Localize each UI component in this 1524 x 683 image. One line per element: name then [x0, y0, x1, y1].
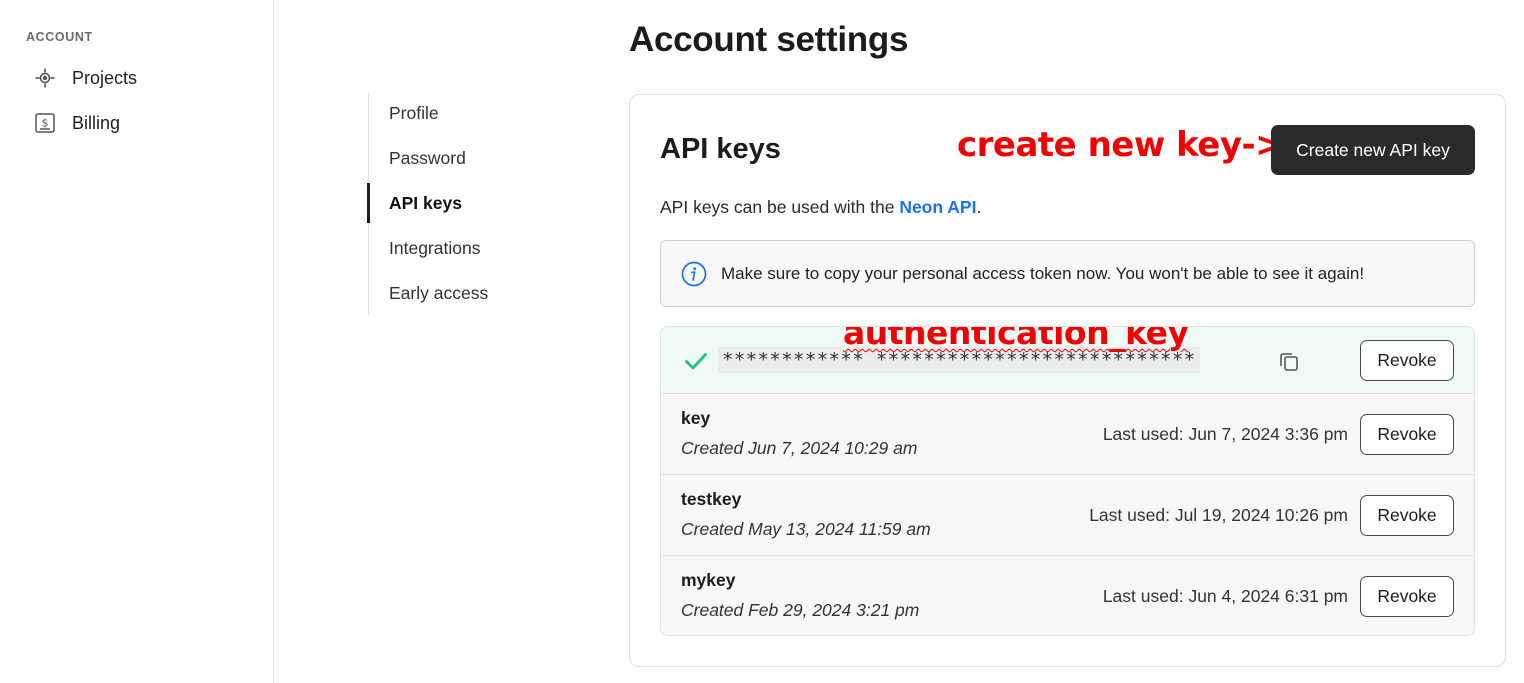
key-name: mykey	[681, 570, 736, 590]
svg-text:$: $	[42, 117, 49, 130]
table-row: key Created Jun 7, 2024 10:29 am Last us…	[661, 394, 1474, 475]
subnav-item-integrations[interactable]: Integrations	[389, 233, 480, 263]
info-icon	[681, 261, 707, 287]
description-suffix: .	[976, 197, 982, 217]
key-last-used: Last used: Jun 4, 2024 6:31 pm	[1102, 586, 1348, 606]
key-name: key	[681, 408, 711, 428]
key-name: testkey	[681, 489, 742, 509]
table-row: mykey Created Feb 29, 2024 3:21 pm Last …	[661, 556, 1474, 635]
sidebar-section-label: ACCOUNT	[26, 30, 93, 44]
key-created: Created Jun 7, 2024 10:29 am	[681, 438, 918, 458]
subnav-item-early-access[interactable]: Early access	[389, 278, 488, 308]
annotation-authentication-key: authentication_key	[843, 326, 1189, 352]
api-keys-list: ************ ***************************…	[660, 326, 1475, 636]
key-created: Created Feb 29, 2024 3:21 pm	[681, 600, 920, 620]
settings-subnav: Profile Password API keys Integrations E…	[367, 93, 568, 315]
key-last-used: Last used: Jun 7, 2024 3:36 pm	[1102, 424, 1348, 444]
subnav-active-indicator	[367, 183, 370, 223]
revoke-button[interactable]: Revoke	[1360, 495, 1454, 536]
revoke-button[interactable]: Revoke	[1360, 576, 1454, 617]
billing-icon: $	[34, 112, 56, 134]
sidebar-item-projects[interactable]: Projects	[34, 62, 137, 94]
page-title: Account settings	[629, 20, 909, 59]
revoke-button[interactable]: Revoke	[1360, 414, 1454, 455]
sidebar-item-label: Billing	[72, 112, 121, 133]
sidebar-item-label: Projects	[72, 67, 138, 88]
card-description: API keys can be used with the Neon API.	[660, 197, 981, 218]
table-row: testkey Created May 13, 2024 11:59 am La…	[661, 475, 1474, 556]
subnav-item-api-keys[interactable]: API keys	[389, 188, 462, 218]
api-keys-card: API keys create new key-> Create new API…	[629, 94, 1506, 667]
neon-api-link[interactable]: Neon API	[899, 197, 976, 217]
annotation-create-new-key: create new key->	[957, 125, 1284, 165]
check-icon	[683, 348, 709, 374]
description-text: API keys can be used with the	[660, 197, 900, 217]
info-banner: Make sure to copy your personal access t…	[660, 240, 1475, 307]
subnav-item-profile[interactable]: Profile	[389, 98, 439, 128]
sidebar: ACCOUNT Projects $ Billing	[0, 0, 274, 683]
info-message: Make sure to copy your personal access t…	[721, 263, 1365, 283]
revoke-new-key-button[interactable]: Revoke	[1360, 340, 1454, 381]
copy-icon[interactable]	[1277, 349, 1301, 373]
create-api-key-button[interactable]: Create new API key	[1271, 125, 1475, 175]
sidebar-item-billing[interactable]: $ Billing	[34, 107, 120, 139]
subnav-item-password[interactable]: Password	[389, 143, 466, 173]
projects-icon	[34, 67, 56, 89]
key-created: Created May 13, 2024 11:59 am	[681, 519, 931, 539]
card-title: API keys	[660, 133, 781, 165]
key-last-used: Last used: Jul 19, 2024 10:26 pm	[1089, 505, 1348, 525]
